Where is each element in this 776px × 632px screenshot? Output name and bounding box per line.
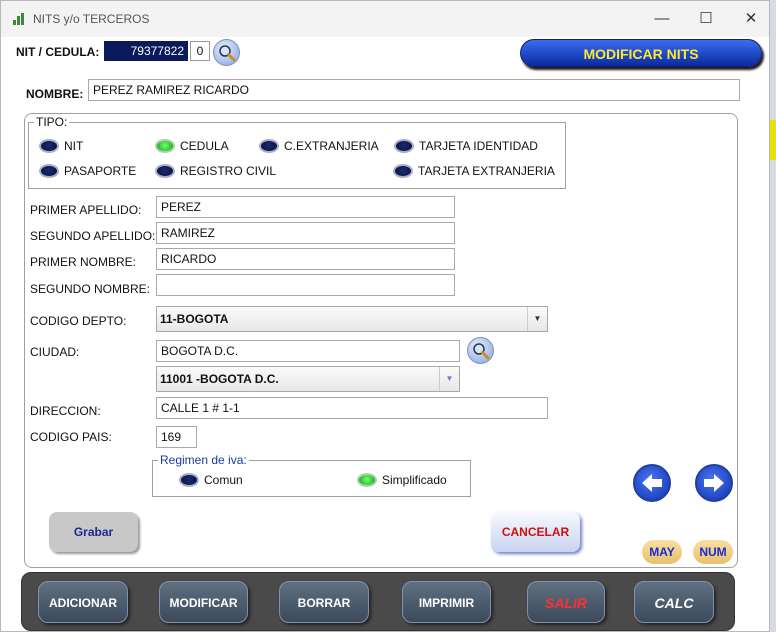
primer-apellido-label: PRIMER APELLIDO:	[30, 203, 142, 217]
modificar-button[interactable]: MODIFICAR	[159, 581, 248, 623]
maximize-button[interactable]: ☐	[686, 7, 726, 31]
radio-cedula-label: CEDULA	[180, 139, 229, 153]
chevron-down-icon: ▼	[527, 307, 547, 331]
nombre-label: NOMBRE:	[26, 87, 84, 101]
search-ciudad-button[interactable]	[467, 337, 494, 364]
salir-button[interactable]: SALIR	[527, 581, 605, 623]
adicionar-button[interactable]: ADICIONAR	[38, 581, 128, 623]
dv-input[interactable]: 0	[190, 41, 210, 61]
bottom-toolbar	[21, 572, 735, 631]
tipo-legend: TIPO:	[34, 115, 70, 129]
modificar-nits-button[interactable]: MODIFICAR NITS	[520, 39, 762, 67]
arrow-left-icon	[642, 474, 662, 492]
radio-tarjeta-identidad-label: TARJETA IDENTIDAD	[419, 139, 538, 153]
radio-cextranjeria-label: C.EXTRANJERIA	[284, 139, 379, 153]
codigo-pais-input[interactable]: 169	[156, 426, 197, 448]
minimize-button[interactable]: —	[642, 7, 682, 31]
search-icon	[473, 343, 490, 360]
search-icon	[219, 45, 236, 62]
radio-tarjeta-identidad[interactable]	[394, 139, 414, 153]
segundo-apellido-input[interactable]: RAMIREZ	[156, 222, 455, 244]
chevron-down-icon: ▼	[439, 367, 459, 391]
ciudad-select[interactable]: 11001 -BOGOTA D.C. ▼	[156, 366, 460, 392]
nit-label: NIT / CEDULA:	[16, 45, 100, 59]
nits-window: NITS y/o TERCEROS — ☐ ✕ NIT / CEDULA: 79…	[0, 0, 770, 632]
ciudad-select-value: 11001 -BOGOTA D.C.	[160, 372, 279, 386]
ciudad-input[interactable]: BOGOTA D.C.	[156, 340, 460, 362]
radio-registro-civil[interactable]	[155, 164, 175, 178]
direccion-input[interactable]: CALLE 1 # 1-1	[156, 397, 548, 419]
segundo-nombre-input[interactable]	[156, 274, 455, 296]
primer-apellido-input[interactable]: PEREZ	[156, 196, 455, 218]
codigo-depto-select[interactable]: 11-BOGOTA ▼	[156, 306, 548, 332]
radio-registro-civil-label: REGISTRO CIVIL	[180, 164, 277, 178]
cancelar-button[interactable]: CANCELAR	[491, 512, 580, 552]
may-indicator: MAY	[642, 540, 682, 564]
radio-pasaporte[interactable]	[39, 164, 59, 178]
grabar-button[interactable]: Grabar	[49, 512, 138, 552]
radio-cextranjeria[interactable]	[259, 139, 279, 153]
radio-comun[interactable]	[179, 473, 199, 487]
radio-simplificado-label: Simplificado	[382, 473, 447, 487]
borrar-button[interactable]: BORRAR	[279, 581, 369, 623]
num-indicator: NUM	[693, 540, 733, 564]
primer-nombre-input[interactable]: RICARDO	[156, 248, 455, 270]
primer-nombre-label: PRIMER NOMBRE:	[30, 255, 137, 269]
next-button[interactable]	[695, 464, 733, 502]
direccion-label: DIRECCION:	[30, 404, 101, 418]
codigo-pais-label: CODIGO PAIS:	[30, 430, 112, 444]
title-bar: NITS y/o TERCEROS — ☐ ✕	[1, 1, 769, 37]
radio-comun-label: Comun	[204, 473, 243, 487]
segundo-apellido-label: SEGUNDO APELLIDO:	[30, 229, 156, 243]
previous-button[interactable]	[633, 464, 671, 502]
window-title: NITS y/o TERCEROS	[33, 12, 150, 26]
radio-simplificado[interactable]	[357, 473, 377, 487]
codigo-depto-value: 11-BOGOTA	[160, 312, 229, 326]
imprimir-button[interactable]: IMPRIMIR	[402, 581, 491, 623]
close-button[interactable]: ✕	[731, 7, 771, 31]
radio-cedula[interactable]	[155, 139, 175, 153]
calc-button[interactable]: CALC	[634, 581, 714, 623]
arrow-right-icon	[704, 474, 724, 492]
app-icon	[13, 13, 25, 25]
radio-pasaporte-label: PASAPORTE	[64, 164, 137, 178]
tipo-groupbox	[28, 122, 566, 189]
regimen-legend: Regimen de iva:	[158, 453, 249, 467]
nombre-input[interactable]: PEREZ RAMIREZ RICARDO	[88, 79, 740, 101]
nit-input[interactable]: 79377822	[104, 41, 188, 61]
segundo-nombre-label: SEGUNDO NOMBRE:	[30, 282, 151, 296]
codigo-depto-label: CODIGO DEPTO:	[30, 314, 127, 328]
radio-tarjeta-extranjeria[interactable]	[393, 164, 413, 178]
radio-tarjeta-extranjeria-label: TARJETA EXTRANJERIA	[418, 164, 555, 178]
ciudad-label: CIUDAD:	[30, 345, 80, 359]
background-ide-edge	[770, 0, 776, 632]
radio-nit-label: NIT	[64, 139, 84, 153]
radio-nit[interactable]	[39, 139, 59, 153]
search-nit-button[interactable]	[213, 39, 240, 66]
